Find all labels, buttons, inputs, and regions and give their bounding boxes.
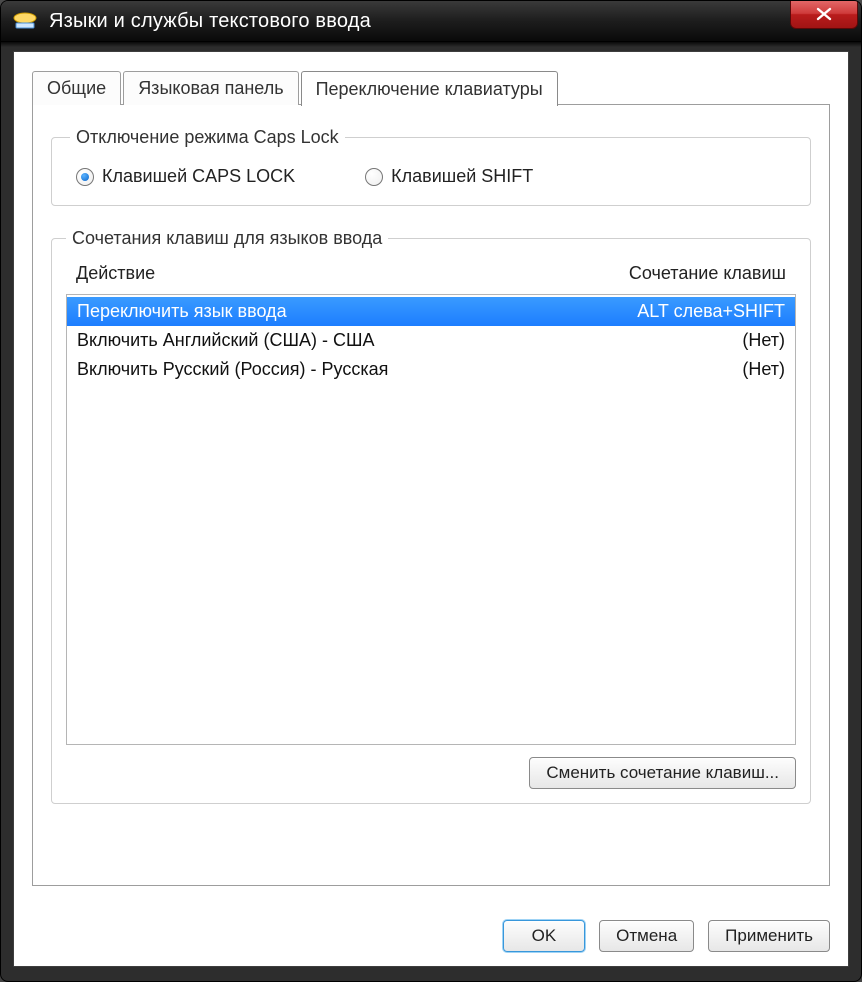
radio-dot-icon bbox=[365, 168, 383, 186]
window-title: Языки и службы текстового ввода bbox=[49, 10, 371, 33]
tab-panel-keyboard-switch: Отключение режима Caps Lock Клавишей CAP… bbox=[32, 104, 830, 886]
row-keys: (Нет) bbox=[742, 359, 785, 380]
row-keys: (Нет) bbox=[742, 330, 785, 351]
row-action: Включить Английский (США) - США bbox=[77, 330, 374, 351]
group-hotkeys-legend: Сочетания клавиш для языков ввода bbox=[66, 228, 388, 249]
row-action: Переключить язык ввода bbox=[77, 301, 287, 322]
list-row[interactable]: Переключить язык ввода ALT слева+SHIFT bbox=[67, 297, 795, 326]
dialog-buttons: OK Отмена Применить bbox=[503, 920, 830, 952]
list-row[interactable]: Включить Русский (Россия) - Русская (Нет… bbox=[67, 355, 795, 384]
change-hotkey-row: Сменить сочетание клавиш... bbox=[66, 745, 796, 789]
tab-keyboard-switch[interactable]: Переключение клавиатуры bbox=[301, 71, 558, 106]
group-caps-lock: Отключение режима Caps Lock Клавишей CAP… bbox=[51, 127, 811, 206]
change-hotkey-button[interactable]: Сменить сочетание клавиш... bbox=[529, 757, 796, 789]
row-keys: ALT слева+SHIFT bbox=[637, 301, 785, 322]
client-area: Общие Языковая панель Переключение клави… bbox=[13, 51, 849, 967]
apply-button[interactable]: Применить bbox=[708, 920, 830, 952]
title-bar: Языки и службы текстового ввода bbox=[1, 1, 861, 42]
cancel-button[interactable]: Отмена bbox=[599, 920, 694, 952]
caps-radio-row: Клавишей CAPS LOCK Клавишей SHIFT bbox=[70, 162, 792, 189]
group-caps-legend: Отключение режима Caps Lock bbox=[70, 127, 345, 148]
tab-strip: Общие Языковая панель Переключение клави… bbox=[32, 70, 830, 105]
hotkeys-list-header: Действие Сочетание клавиш bbox=[66, 257, 796, 294]
dialog-window: Языки и службы текстового ввода Общие Яз… bbox=[0, 0, 862, 982]
radio-shift[interactable]: Клавишей SHIFT bbox=[365, 166, 533, 187]
group-hotkeys: Сочетания клавиш для языков ввода Действ… bbox=[51, 228, 811, 804]
app-icon bbox=[11, 10, 39, 32]
ok-button[interactable]: OK bbox=[503, 920, 586, 952]
tab-general[interactable]: Общие bbox=[32, 71, 121, 105]
hotkeys-listbox[interactable]: Переключить язык ввода ALT слева+SHIFT В… bbox=[66, 294, 796, 745]
row-action: Включить Русский (Россия) - Русская bbox=[77, 359, 388, 380]
tab-language-panel[interactable]: Языковая панель bbox=[123, 71, 298, 105]
list-row[interactable]: Включить Английский (США) - США (Нет) bbox=[67, 326, 795, 355]
radio-caps-label: Клавишей CAPS LOCK bbox=[102, 166, 295, 187]
radio-caps-lock[interactable]: Клавишей CAPS LOCK bbox=[76, 166, 295, 187]
close-button[interactable] bbox=[790, 0, 858, 29]
col-keys: Сочетание клавиш bbox=[629, 263, 786, 284]
radio-dot-icon bbox=[76, 168, 94, 186]
radio-shift-label: Клавишей SHIFT bbox=[391, 166, 533, 187]
col-action: Действие bbox=[76, 263, 155, 284]
